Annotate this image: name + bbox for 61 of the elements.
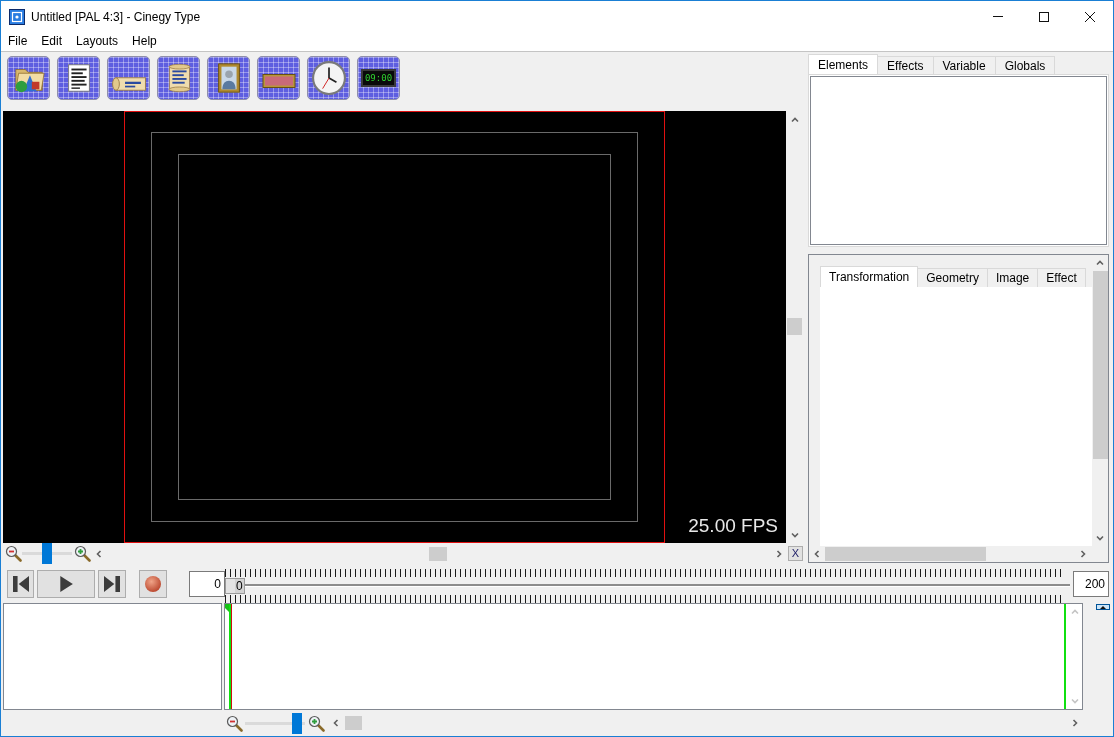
tab[interactable]: Transformation (820, 266, 919, 287)
zoom-slider-thumb[interactable] (42, 543, 52, 564)
toolbar-button[interactable] (57, 56, 100, 100)
menu-item[interactable]: Help (125, 32, 164, 51)
play-icon (58, 575, 74, 592)
chevron-left-icon[interactable] (332, 719, 340, 727)
chevron-right-icon[interactable] (775, 549, 783, 558)
chevron-left-icon[interactable] (95, 549, 103, 558)
toolbar-button[interactable]: 09:00 (357, 56, 400, 100)
chevron-left-icon[interactable] (813, 550, 821, 558)
menu-item[interactable]: Layouts (69, 32, 126, 51)
end-marker[interactable] (1064, 604, 1066, 709)
menu-item[interactable]: File (1, 32, 35, 51)
record-icon (145, 575, 161, 592)
record-button[interactable] (139, 569, 167, 598)
scrollbar-thumb[interactable] (825, 547, 986, 561)
tab[interactable]: Image (986, 268, 1039, 287)
chevron-right-icon[interactable] (1079, 550, 1087, 558)
timeline-slider-track[interactable]: 0 (225, 578, 1070, 594)
start-marker[interactable] (225, 604, 232, 709)
scrollbar-thumb[interactable] (1092, 271, 1108, 459)
x-button[interactable]: X (788, 546, 803, 561)
scroll-icon (111, 77, 146, 91)
banner-plate-icon (261, 74, 296, 88)
zoom-slider-track[interactable] (245, 712, 305, 734)
zoom-in-icon[interactable] (74, 545, 91, 562)
play-button[interactable] (37, 569, 95, 598)
fps-readout: 25.00 FPS (688, 515, 778, 537)
skip-to-end-icon (104, 575, 120, 592)
chevron-up-icon[interactable] (790, 116, 799, 124)
tab[interactable]: Effect (1037, 268, 1086, 287)
menu-item[interactable]: Edit (34, 32, 70, 51)
scrollbar-thumb[interactable] (345, 716, 362, 730)
minimize-icon (993, 16, 1003, 17)
chevron-down-icon[interactable] (1096, 534, 1104, 542)
timeline-slider-thumb[interactable]: 0 (225, 578, 245, 594)
collapse-button[interactable] (1096, 604, 1110, 610)
maximize-icon (1039, 11, 1049, 22)
toolbar-button[interactable] (157, 56, 200, 100)
close-icon (1085, 11, 1095, 22)
zoom-out-icon[interactable] (5, 545, 22, 562)
window-title: Untitled [PAL 4:3] - Cinegy Type (31, 9, 201, 24)
tab[interactable]: Globals (994, 56, 1056, 74)
frame-input-field[interactable]: 0 (189, 570, 225, 597)
zoom-in-icon[interactable] (308, 714, 325, 732)
app-icon (9, 8, 25, 25)
zoom-slider-thumb[interactable] (292, 712, 302, 734)
zoom-out-icon[interactable] (226, 714, 243, 732)
chevron-down-icon[interactable] (790, 531, 799, 539)
tab[interactable]: Geometry (917, 268, 988, 287)
scrollbar-thumb[interactable] (787, 318, 802, 335)
skip-to-end-button[interactable] (98, 569, 126, 598)
scrollbar-thumb[interactable] (429, 546, 447, 561)
wall-clock-icon (311, 61, 346, 95)
skip-to-start-icon (12, 575, 29, 592)
tab[interactable]: Elements (808, 54, 879, 74)
skip-to-start-button[interactable] (7, 569, 34, 598)
chevron-up-icon[interactable] (1096, 259, 1104, 267)
triangle-up-icon (1100, 605, 1106, 609)
chevron-right-icon[interactable] (1071, 719, 1079, 727)
end-frame-field[interactable]: 200 (1073, 570, 1109, 597)
